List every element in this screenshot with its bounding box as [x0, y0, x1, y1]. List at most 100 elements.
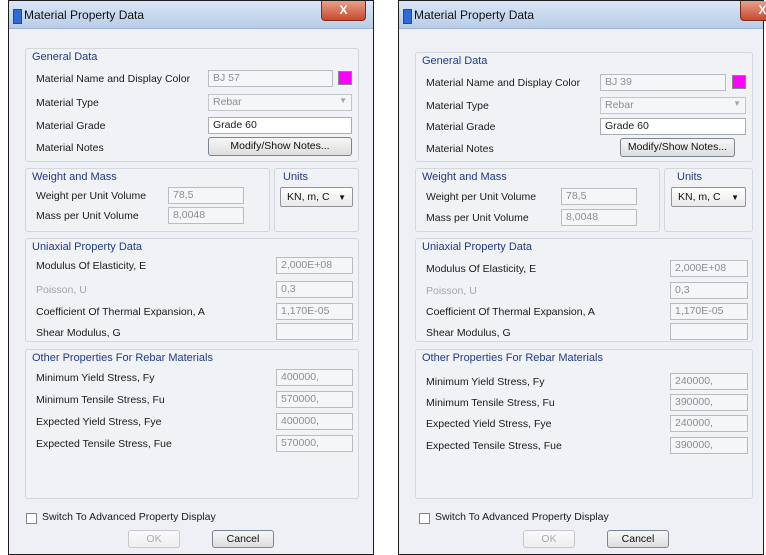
display-color-swatch[interactable]: [732, 75, 746, 89]
units-group: Units KN, m, C ▼: [664, 168, 753, 232]
material-type-label: Material Type: [426, 100, 489, 112]
fye-field[interactable]: 240000,: [670, 415, 748, 432]
uniaxial-title: Uniaxial Property Data: [422, 241, 533, 253]
poisson-label: Poisson, U: [426, 285, 477, 297]
weight-field[interactable]: 78,5: [168, 187, 244, 204]
fye-label: Expected Yield Stress, Fye: [426, 418, 552, 430]
shear-label: Shear Modulus, G: [426, 327, 511, 339]
general-data-title: General Data: [32, 51, 98, 63]
units-select[interactable]: KN, m, C ▼: [671, 187, 746, 207]
material-grade-field[interactable]: Grade 60: [600, 118, 746, 135]
shear-field[interactable]: [670, 323, 748, 340]
material-type-value: Rebar: [605, 99, 634, 111]
material-type-value: Rebar: [213, 96, 242, 108]
material-name-label: Material Name and Display Color: [36, 73, 191, 85]
thermal-label: Coefficient Of Thermal Expansion, A: [36, 306, 205, 318]
material-type-select[interactable]: Rebar ▼: [208, 94, 352, 111]
fu-label: Minimum Tensile Stress, Fu: [36, 394, 165, 406]
units-title: Units: [283, 171, 309, 183]
material-name-label: Material Name and Display Color: [426, 77, 581, 89]
material-type-select[interactable]: Rebar ▼: [600, 97, 746, 114]
cancel-button[interactable]: Cancel: [212, 530, 274, 548]
material-notes-label: Material Notes: [426, 143, 494, 155]
fu-label: Minimum Tensile Stress, Fu: [426, 397, 555, 409]
chevron-down-icon: ▼: [339, 96, 347, 105]
mass-label: Mass per Unit Volume: [426, 212, 529, 224]
fy-label: Minimum Yield Stress, Fy: [426, 376, 545, 388]
thermal-label: Coefficient Of Thermal Expansion, A: [426, 306, 595, 318]
weight-mass-group: Weight and Mass Weight per Unit Volume 7…: [25, 168, 270, 232]
close-button[interactable]: X: [740, 1, 766, 21]
material-name-field[interactable]: BJ 39: [600, 74, 726, 91]
uniaxial-title: Uniaxial Property Data: [32, 241, 143, 253]
rebar-title: Other Properties For Rebar Materials: [32, 352, 213, 364]
material-notes-label: Material Notes: [36, 142, 104, 154]
material-property-dialog-bj57: Material Property Data X General Data Ma…: [8, 0, 374, 555]
modify-show-notes-button[interactable]: Modify/Show Notes...: [208, 137, 352, 156]
shear-label: Shear Modulus, G: [36, 327, 121, 339]
ok-button[interactable]: OK: [128, 530, 180, 548]
rebar-title: Other Properties For Rebar Materials: [422, 352, 603, 364]
mass-label: Mass per Unit Volume: [36, 210, 139, 222]
title-bar: Material Property Data X: [9, 1, 373, 29]
general-data-group: General Data Material Name and Display C…: [25, 48, 359, 162]
mass-field[interactable]: 8,0048: [168, 207, 244, 224]
dialog-title: Material Property Data: [24, 8, 145, 22]
weight-field[interactable]: 78,5: [561, 188, 637, 205]
fy-label: Minimum Yield Stress, Fy: [36, 372, 155, 384]
modulus-label: Modulus Of Elasticity, E: [426, 263, 537, 275]
advanced-display-checkbox[interactable]: [26, 513, 37, 524]
app-icon: [403, 9, 412, 24]
fue-field[interactable]: 570000,: [276, 435, 353, 452]
rebar-properties-group: Other Properties For Rebar Materials Min…: [25, 349, 359, 499]
weight-mass-group: Weight and Mass Weight per Unit Volume 7…: [415, 168, 660, 232]
fu-field[interactable]: 570000,: [276, 391, 353, 408]
cancel-button[interactable]: Cancel: [607, 530, 669, 548]
material-grade-field[interactable]: Grade 60: [208, 117, 352, 134]
advanced-display-label: Switch To Advanced Property Display: [42, 511, 216, 523]
poisson-field[interactable]: 0,3: [670, 282, 748, 299]
ok-button[interactable]: OK: [523, 530, 575, 548]
fue-field[interactable]: 390000,: [670, 437, 748, 454]
rebar-properties-group: Other Properties For Rebar Materials Min…: [415, 349, 753, 499]
units-group: Units KN, m, C ▼: [274, 168, 359, 232]
weight-mass-title: Weight and Mass: [422, 171, 507, 183]
units-value: KN, m, C: [678, 191, 721, 203]
fy-field[interactable]: 400000,: [276, 369, 353, 386]
units-select[interactable]: KN, m, C ▼: [280, 187, 353, 207]
material-grade-label: Material Grade: [36, 120, 106, 132]
units-value: KN, m, C: [287, 191, 330, 203]
chevron-down-icon: ▼: [731, 193, 739, 202]
general-data-group: General Data Material Name and Display C…: [415, 52, 753, 162]
thermal-field[interactable]: 1,170E-05: [670, 303, 748, 320]
modulus-field[interactable]: 2,000E+08: [276, 257, 353, 274]
modulus-label: Modulus Of Elasticity, E: [36, 260, 147, 272]
fye-label: Expected Yield Stress, Fye: [36, 416, 162, 428]
fu-field[interactable]: 390000,: [670, 394, 748, 411]
poisson-label: Poisson, U: [36, 284, 87, 296]
poisson-field[interactable]: 0,3: [276, 281, 353, 298]
modify-show-notes-button[interactable]: Modify/Show Notes...: [620, 138, 735, 157]
material-name-field[interactable]: BJ 57: [208, 70, 333, 87]
fye-field[interactable]: 400000,: [276, 413, 353, 430]
fue-label: Expected Tensile Stress, Fue: [426, 440, 562, 452]
thermal-field[interactable]: 1,170E-05: [276, 303, 353, 320]
units-title: Units: [677, 171, 703, 183]
chevron-down-icon: ▼: [733, 99, 741, 108]
chevron-down-icon: ▼: [338, 193, 346, 202]
fy-field[interactable]: 240000,: [670, 373, 748, 390]
material-grade-label: Material Grade: [426, 121, 496, 133]
uniaxial-property-group: Uniaxial Property Data Modulus Of Elasti…: [415, 238, 753, 342]
mass-field[interactable]: 8,0048: [561, 209, 637, 226]
close-button[interactable]: X: [321, 1, 366, 21]
weight-label: Weight per Unit Volume: [426, 191, 537, 203]
fue-label: Expected Tensile Stress, Fue: [36, 438, 172, 450]
shear-field[interactable]: [276, 323, 353, 340]
app-icon: [13, 9, 22, 24]
modulus-field[interactable]: 2,000E+08: [670, 260, 748, 277]
material-property-dialog-bj39: Material Property Data X General Data Ma…: [398, 0, 766, 555]
advanced-display-checkbox[interactable]: [419, 513, 430, 524]
weight-label: Weight per Unit Volume: [36, 190, 147, 202]
title-bar: Material Property Data X: [399, 1, 766, 29]
display-color-swatch[interactable]: [338, 71, 352, 85]
